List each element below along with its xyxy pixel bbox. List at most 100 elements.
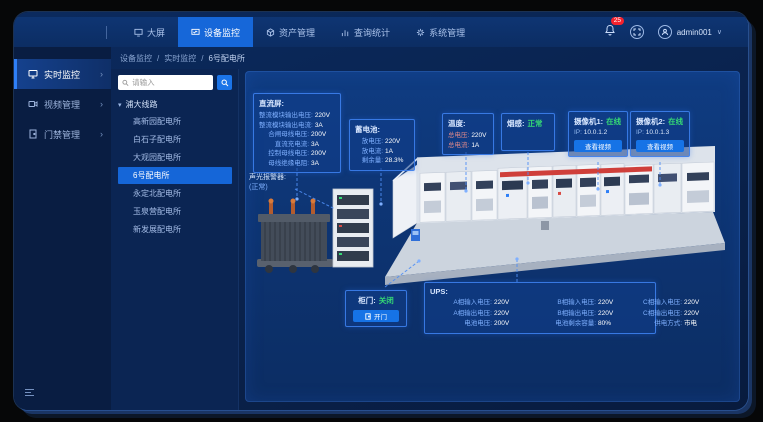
user-name: admin001	[677, 28, 712, 37]
box-icon	[266, 28, 275, 37]
metric-row: 控制母线电压:200V	[259, 149, 335, 159]
tree-item[interactable]: 玉泉营配电所	[118, 203, 232, 220]
screen-icon	[134, 28, 143, 37]
breadcrumb-item[interactable]: 设备监控	[120, 53, 152, 64]
nav-divider	[106, 26, 107, 39]
panel-title: 温度:	[448, 118, 488, 129]
sidebar-item-realtime-monitor[interactable]: 实时监控 ›	[14, 59, 111, 89]
battery-panel: 蓄电池: 放电压:220V 放电流:1A 剩余量:28.3%	[349, 119, 415, 171]
search-icon	[122, 79, 129, 87]
equipment-rack	[333, 189, 373, 267]
smoke-label: 烟感:	[507, 118, 525, 129]
chevron-right-icon: ›	[100, 99, 103, 109]
camera2-status: 在线	[668, 116, 683, 127]
sidebar-item-video-manage[interactable]: 视频管理 ›	[14, 89, 111, 119]
switchgear-row	[417, 146, 715, 223]
dc-screen-panel: 直流屏: 整流模块输出电压:220V 整流模块输出电流:3A 合闸母线电压:20…	[253, 93, 341, 173]
breadcrumb-separator: /	[201, 54, 203, 63]
nav-item-device-monitor[interactable]: 设备监控	[178, 17, 253, 47]
metric-row: 放电流:1A	[355, 147, 409, 157]
view-video-button[interactable]: 查看视频	[574, 140, 622, 152]
sidebar-collapse-button[interactable]	[24, 384, 35, 402]
chevron-down-icon: ∨	[717, 28, 722, 36]
search-input[interactable]	[132, 78, 209, 87]
notification-badge: 25	[611, 17, 624, 25]
fullscreen-button[interactable]	[630, 25, 644, 39]
gear-icon	[416, 28, 425, 37]
user-icon	[661, 28, 669, 36]
panel-title: UPS:	[430, 287, 650, 296]
metric-row: 直流充电流:3A	[259, 140, 335, 150]
user-menu[interactable]: admin001 ∨	[658, 25, 722, 39]
navbar-right: 25 admin001 ∨	[604, 23, 748, 41]
tree-item[interactable]: 永定北配电所	[118, 185, 232, 202]
camera1-label: 摄像机1:	[574, 116, 603, 127]
metric-row: 合闸母线电压:200V	[259, 130, 335, 140]
metric-row: 整流模块输出电流:3A	[259, 121, 335, 131]
main-column: 设备监控 / 实时监控 / 6号配电所	[111, 47, 748, 410]
bell-icon	[604, 24, 616, 36]
tree-search-box	[118, 75, 213, 90]
breadcrumb-item[interactable]: 实时监控	[164, 53, 196, 64]
tree-item[interactable]: 高新园配电所	[118, 113, 232, 130]
left-sidebar: 实时监控 › 视频管理 › 门禁管理 ›	[14, 47, 111, 410]
monitor-icon	[191, 28, 200, 37]
station-tree: ▾ 浦大线路 高新园配电所 白石子配电所 大观园配电所 6号配电所 永定北配电所…	[118, 99, 232, 238]
door-label: 柜门:	[358, 295, 376, 306]
menu-fold-icon	[24, 388, 35, 397]
door-open-icon	[365, 313, 371, 320]
app-window: 大屏 设备监控 资产管理 查询统计 系统管理 25	[14, 12, 748, 410]
sidebar-item-access-control[interactable]: 门禁管理 ›	[14, 119, 111, 149]
fullscreen-icon	[633, 28, 641, 36]
alarm-status: (正常)	[249, 183, 286, 193]
temperature-panel: 温度: 总电压:220V 总电流:1A	[442, 113, 494, 155]
metric-row: 剩余量:28.3%	[355, 156, 409, 166]
nav-item-label: 资产管理	[279, 26, 315, 39]
breadcrumb-separator: /	[157, 54, 159, 63]
camera1-status: 在线	[606, 116, 621, 127]
station-tree-panel: ▾ 浦大线路 高新园配电所 白石子配电所 大观园配电所 6号配电所 永定北配电所…	[111, 69, 239, 410]
door-icon	[28, 129, 38, 139]
camera1-panel: 摄像机1: 在线 IP: 10.0.1.2 查看视频	[568, 111, 628, 157]
monitor-icon	[28, 69, 38, 79]
metric-row: A相输入电压:220V	[430, 298, 518, 308]
breadcrumb-item[interactable]: 6号配电所	[208, 53, 244, 64]
tree-item[interactable]: 大观园配电所	[118, 149, 232, 166]
chevron-right-icon: ›	[100, 129, 103, 139]
search-icon	[221, 79, 229, 87]
camera2-label: 摄像机2:	[636, 116, 665, 127]
alarm-label: 声光报警器:	[249, 173, 286, 183]
nav-item-dashboard[interactable]: 大屏	[121, 17, 178, 47]
metric-row: 总电流:1A	[448, 141, 488, 151]
chevron-right-icon: ›	[100, 69, 103, 79]
ups-grid: A相输入电压:220V B相输入电压:220V C相输入电压:220V A相输出…	[430, 298, 650, 329]
search-button[interactable]	[217, 75, 232, 90]
nav-item-assets[interactable]: 资产管理	[253, 17, 328, 47]
open-door-button[interactable]: 开门	[353, 310, 399, 322]
chart-icon	[341, 28, 350, 37]
tree-item[interactable]: 新发展配电所	[118, 221, 232, 238]
view-video-button[interactable]: 查看视频	[636, 140, 684, 152]
panel-title: 蓄电池:	[355, 124, 409, 135]
tree-root-node[interactable]: ▾ 浦大线路	[118, 99, 232, 110]
camera1-ip: IP: 10.0.1.2	[574, 129, 622, 136]
nav-item-label: 大屏	[147, 26, 165, 39]
tree-item-active[interactable]: 6号配电所	[118, 167, 232, 184]
metric-row: 放电压:220V	[355, 137, 409, 147]
top-navbar: 大屏 设备监控 资产管理 查询统计 系统管理 25	[14, 17, 748, 47]
metric-row: 供电方式:市电	[630, 319, 708, 329]
metric-row: 总电压:220V	[448, 131, 488, 141]
nav-item-statistics[interactable]: 查询统计	[328, 17, 403, 47]
avatar	[658, 25, 672, 39]
tree-item[interactable]: 白石子配电所	[118, 131, 232, 148]
nav-item-system[interactable]: 系统管理	[403, 17, 478, 47]
nav-item-label: 系统管理	[429, 26, 465, 39]
metric-row: 母线绝缘电阻:3A	[259, 159, 335, 169]
sound-light-alarm-note: 声光报警器: (正常)	[249, 173, 286, 193]
notifications-button[interactable]: 25	[604, 23, 616, 41]
metric-row: C相输入电压:220V	[630, 298, 708, 308]
panel-title: 直流屏:	[259, 98, 335, 109]
video-camera-icon	[28, 99, 38, 109]
room-3d-view: 直流屏: 整流模块输出电压:220V 整流模块输出电流:3A 合闸母线电压:20…	[245, 71, 740, 402]
sidebar-item-label: 门禁管理	[44, 128, 80, 141]
